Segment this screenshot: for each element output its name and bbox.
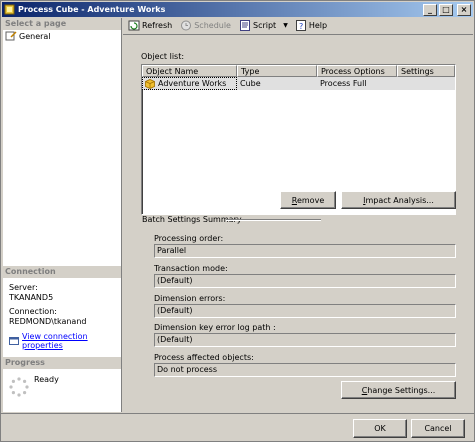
column-header-process-options[interactable]: Process Options <box>317 65 397 77</box>
properties-icon <box>9 336 19 346</box>
dialog-button-bar: OK Cancel <box>1 413 475 442</box>
impact-analysis-label: Impact Analysis... <box>363 195 434 205</box>
cancel-label: Cancel <box>424 424 452 433</box>
svg-text:?: ? <box>299 22 303 31</box>
spinner-icon <box>9 377 29 397</box>
connection-value: REDMOND\tkanand <box>9 317 87 326</box>
settings-cell[interactable] <box>397 77 455 90</box>
table-row[interactable]: Adventure Works Cube Process Full <box>142 77 455 90</box>
minimize-button[interactable]: _ <box>423 3 437 16</box>
help-label: Help <box>308 21 328 30</box>
dimension-key-error-log-label: Dimension key error log path : <box>154 323 276 332</box>
column-header-object-name[interactable]: Object Name <box>142 65 237 77</box>
transaction-mode-field: (Default) <box>154 274 456 288</box>
transaction-mode-label: Transaction mode: <box>154 264 228 273</box>
view-connection-properties-link[interactable]: View connection properties <box>3 332 121 350</box>
column-header-type[interactable]: Type <box>237 65 317 77</box>
remove-label: Remove <box>291 195 325 205</box>
object-name-cell[interactable]: Adventure Works <box>142 77 237 90</box>
process-option-cell[interactable]: Process Full <box>317 77 397 90</box>
column-header-settings[interactable]: Settings <box>397 65 455 77</box>
grid-header: Object Name Type Process Options Setting… <box>142 65 455 77</box>
dimension-key-error-log-field: (Default) <box>154 333 456 347</box>
progress-section: Progress Ready <box>3 357 121 397</box>
progress-status: Ready <box>34 375 59 384</box>
object-name-text: Adventure Works <box>158 79 227 88</box>
left-pane: Select a page General Connection Server:… <box>3 18 122 412</box>
view-connection-properties-label: View connection properties <box>22 332 88 350</box>
schedule-icon <box>180 20 192 31</box>
main-panel: Object list: Object Name Type Process Op… <box>123 34 473 412</box>
cancel-button[interactable]: Cancel <box>411 419 465 438</box>
script-dropdown-icon[interactable]: ▼ <box>283 22 288 29</box>
page-icon <box>5 31 17 41</box>
page-item-general[interactable]: General <box>3 30 121 42</box>
refresh-icon <box>128 20 140 31</box>
script-icon <box>239 20 251 31</box>
help-icon: ? <box>295 20 307 31</box>
processing-order-field: Parallel <box>154 244 456 258</box>
maximize-button[interactable]: □ <box>439 3 453 16</box>
close-button[interactable]: × <box>457 3 471 16</box>
dimension-errors-field: (Default) <box>154 304 456 318</box>
page-item-label: General <box>19 31 51 41</box>
connection-label: Connection: <box>9 307 57 316</box>
refresh-label: Refresh <box>142 21 173 30</box>
toolbar: Refresh Schedule Script ▼ ? Help <box>123 18 473 33</box>
impact-analysis-button[interactable]: Impact Analysis... <box>341 191 456 209</box>
ok-label: OK <box>374 424 386 433</box>
server-label: Server: <box>9 283 38 292</box>
object-list-label: Object list: <box>141 52 185 61</box>
schedule-button[interactable]: Schedule <box>177 19 234 33</box>
process-cube-window: Process Cube - Adventure Works _ □ × Sel… <box>0 0 475 442</box>
type-cell: Cube <box>240 79 261 88</box>
processing-order-label: Processing order: <box>154 234 224 243</box>
process-affected-label: Process affected objects: <box>154 353 254 362</box>
connection-heading: Connection <box>3 266 121 278</box>
ok-button[interactable]: OK <box>353 419 407 438</box>
change-settings-label: Change Settings... <box>361 385 436 395</box>
batch-summary-divider <box>226 219 321 221</box>
title-bar[interactable]: Process Cube - Adventure Works _ □ × <box>2 2 473 17</box>
connection-section: Connection Server: TKANAND5 Connection: … <box>3 266 121 350</box>
cube-icon <box>145 78 155 89</box>
change-settings-button[interactable]: Change Settings... <box>341 381 456 399</box>
refresh-button[interactable]: Refresh <box>125 19 175 33</box>
remove-button[interactable]: Remove <box>280 191 336 209</box>
help-button[interactable]: ? Help <box>292 19 330 33</box>
server-value: TKANAND5 <box>9 293 54 302</box>
app-icon <box>4 4 15 15</box>
dimension-errors-label: Dimension errors: <box>154 294 226 303</box>
select-page-heading: Select a page <box>3 18 121 30</box>
progress-heading: Progress <box>3 357 121 369</box>
window-title: Process Cube - Adventure Works <box>18 5 166 14</box>
process-affected-field: Do not process <box>154 363 456 377</box>
script-label: Script <box>252 21 277 30</box>
script-button[interactable]: Script <box>236 19 279 33</box>
schedule-label: Schedule <box>194 21 231 30</box>
